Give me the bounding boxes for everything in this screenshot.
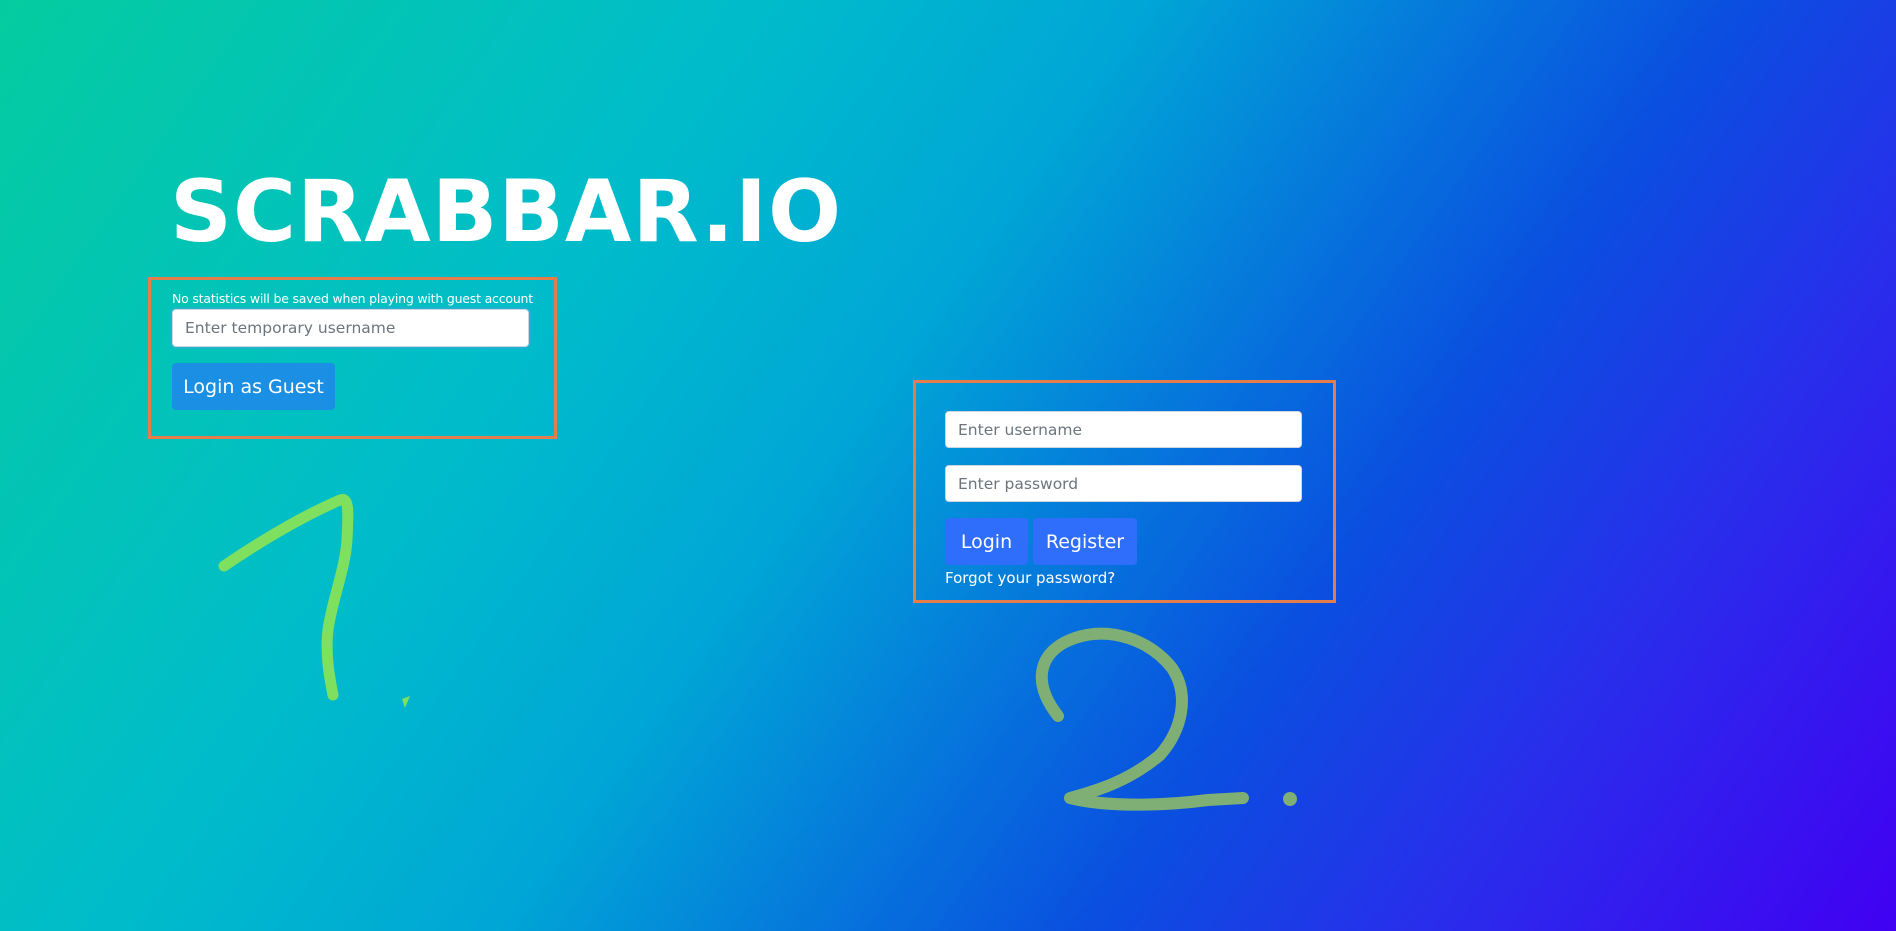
temporary-username-input[interactable] (172, 309, 529, 347)
handwritten-number-2-mark (1035, 627, 1297, 811)
guest-warning-note: No statistics will be saved when playing… (172, 291, 533, 306)
register-button[interactable]: Register (1033, 518, 1137, 565)
login-button[interactable]: Login (945, 518, 1028, 565)
handwritten-number-1-mark (218, 494, 410, 708)
page-title: SCRABBAR.IO (170, 162, 843, 262)
login-as-guest-button[interactable]: Login as Guest (172, 363, 335, 410)
username-input[interactable] (945, 411, 1302, 448)
password-input[interactable] (945, 465, 1302, 502)
forgot-password-link[interactable]: Forgot your password? (945, 569, 1115, 587)
